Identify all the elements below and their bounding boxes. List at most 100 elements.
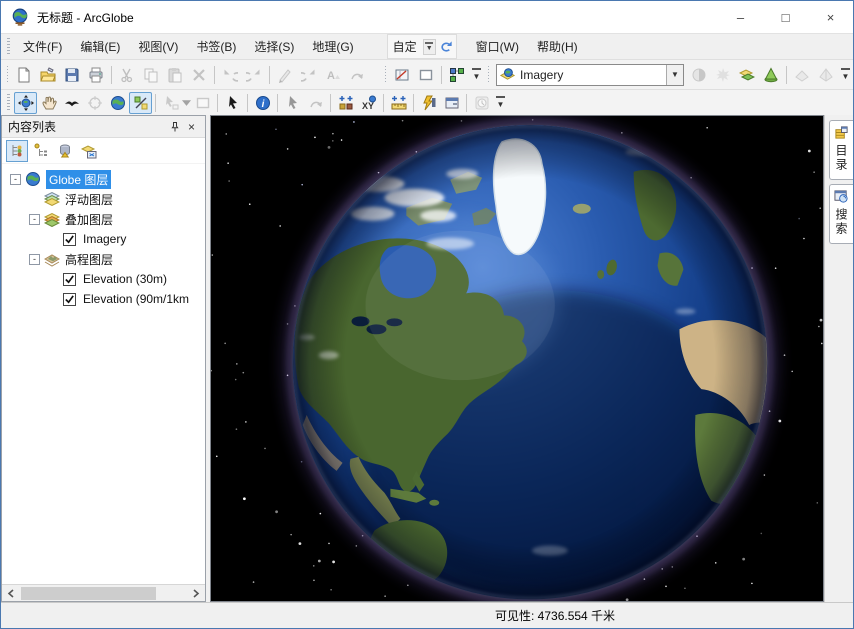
toc-hscrollbar[interactable]	[2, 584, 205, 601]
pin-icon[interactable]	[166, 118, 183, 135]
dropdown-caret-icon[interactable]	[182, 98, 191, 107]
navigation-mode-button[interactable]	[129, 92, 152, 114]
cut-button	[115, 63, 139, 87]
toolbar-overflow-mini[interactable]: ▼	[423, 39, 436, 55]
area-frame-button[interactable]	[414, 63, 438, 87]
layer-label[interactable]: Imagery	[83, 232, 126, 246]
menu-item-l3[interactable]: 书签(B)	[187, 34, 245, 59]
menu-item-l0[interactable]: 文件(F)	[14, 34, 71, 59]
pan-button[interactable]	[37, 92, 60, 114]
close-button[interactable]: ×	[808, 1, 853, 33]
toolbar-options-overflow[interactable]: ▼	[838, 64, 853, 86]
list-by-visibility-button[interactable]	[54, 140, 76, 162]
menu-item-l5[interactable]: 地理(G)	[303, 34, 362, 59]
schematics-button[interactable]	[445, 63, 469, 87]
menu-item-r1[interactable]: 帮助(H)	[528, 34, 587, 59]
layer-label[interactable]: Elevation (90m/1km	[83, 292, 189, 306]
tree-expander-icon[interactable]: -	[29, 214, 40, 225]
minimize-button[interactable]: –	[718, 1, 763, 33]
menu-item-r0[interactable]: 窗口(W)	[467, 34, 528, 59]
toolbar-overflow-1[interactable]: ▼	[469, 64, 484, 86]
viewer-window-button[interactable]	[440, 92, 463, 114]
swipe-window-icon	[394, 67, 410, 83]
layer-label[interactable]: 叠加图层	[65, 211, 113, 228]
navigate-button[interactable]	[14, 92, 37, 114]
globe-viewport[interactable]	[210, 115, 824, 602]
tools-toolbar: i XY ▼	[1, 89, 853, 115]
find-plus-icon	[338, 95, 354, 111]
layer-label[interactable]: Globe 图层	[46, 170, 111, 189]
layer-label[interactable]: Elevation (30m)	[83, 272, 167, 286]
select-box-button	[191, 92, 214, 114]
html-popup-icon	[421, 95, 437, 111]
layer-checkbox[interactable]	[63, 233, 76, 246]
toc-tree-row[interactable]: Elevation (30m)	[2, 269, 205, 289]
undo-arrow-icon	[222, 67, 238, 83]
new-button[interactable]	[12, 63, 36, 87]
zoom-percent-icon	[133, 95, 149, 111]
navigate-globe-icon	[18, 95, 34, 111]
center-target-icon	[87, 95, 103, 111]
html-popup-button[interactable]	[417, 92, 440, 114]
select-features-button[interactable]	[221, 92, 244, 114]
swap-layers-button[interactable]	[735, 63, 759, 87]
toolbar-separator	[383, 94, 384, 112]
list-by-source-button[interactable]	[30, 140, 52, 162]
tools-overflow[interactable]: ▼	[493, 92, 508, 114]
maximize-button[interactable]: □	[763, 1, 808, 33]
layer-checkbox[interactable]	[63, 293, 76, 306]
redo-blue-icon[interactable]	[439, 39, 454, 54]
menu-item-l2[interactable]: 视图(V)	[129, 34, 187, 59]
tab-search[interactable]: 搜索	[829, 184, 853, 244]
scroll-left-icon[interactable]	[2, 585, 19, 602]
toc-order-icon	[9, 143, 25, 159]
layer-label[interactable]: 高程图层	[65, 251, 113, 268]
save-button[interactable]	[60, 63, 84, 87]
combo-dropdown-icon[interactable]: ▼	[666, 65, 683, 85]
full-extent-button[interactable]	[106, 92, 129, 114]
find-button[interactable]	[334, 92, 357, 114]
tree-expander-icon[interactable]: -	[29, 254, 40, 265]
print-button[interactable]	[84, 63, 108, 87]
menu-item-l4[interactable]: 选择(S)	[245, 34, 303, 59]
list-by-drawing-order-button[interactable]	[6, 140, 28, 162]
scrollbar-thumb[interactable]	[21, 587, 156, 600]
layer-checkbox[interactable]	[63, 273, 76, 286]
menu-item-l1[interactable]: 编辑(E)	[71, 34, 129, 59]
toc-close-icon[interactable]: ×	[183, 118, 200, 135]
toc-tree-row[interactable]: - Globe 图层	[2, 169, 205, 189]
toolbar-grip[interactable]	[385, 66, 386, 84]
toc-tree-row[interactable]: - 高程图层	[2, 249, 205, 269]
save-floppy-icon	[64, 67, 80, 83]
layer-combo[interactable]: Imagery▼	[496, 64, 684, 86]
vertical-exaggeration-button[interactable]	[759, 63, 783, 87]
go-to-xy-button[interactable]: XY	[357, 92, 380, 114]
toolbar-grip[interactable]	[7, 66, 8, 84]
open-button[interactable]	[36, 63, 60, 87]
toc-tree-row[interactable]: Elevation (90m/1km	[2, 289, 205, 309]
measure-button[interactable]	[387, 92, 410, 114]
menu-grip[interactable]	[7, 38, 10, 56]
toc-tree-row[interactable]: Imagery	[2, 229, 205, 249]
delete-button	[187, 63, 211, 87]
tree-expander-icon[interactable]: -	[10, 174, 21, 185]
list-by-selection-button[interactable]	[78, 140, 100, 162]
customize-menu[interactable]: 自定	[390, 36, 420, 57]
scroll-right-icon[interactable]	[188, 585, 205, 602]
identify-button[interactable]: i	[251, 92, 274, 114]
fly-button[interactable]	[60, 92, 83, 114]
toolbar-grip[interactable]	[7, 94, 10, 112]
swipe-layer-button[interactable]	[390, 63, 414, 87]
toc-tree-row[interactable]: 浮动图层	[2, 189, 205, 209]
floating-customize-toolbar: 自定 ▼	[387, 34, 457, 59]
toc-tree-row[interactable]: - 叠加图层	[2, 209, 205, 229]
arc-button	[345, 63, 369, 87]
layer-combo-value: Imagery	[515, 68, 666, 82]
rect-outline-icon	[418, 67, 434, 83]
toolbar-grip[interactable]	[488, 66, 489, 84]
tab-catalog[interactable]: 目录	[829, 120, 853, 180]
scrollbar-track[interactable]	[19, 585, 188, 602]
layer-label[interactable]: 浮动图层	[65, 191, 113, 208]
measure-ruler-icon	[391, 95, 407, 111]
arcglobe-window: { "window": { "title": "无标题 - ArcGlobe",…	[0, 0, 854, 629]
